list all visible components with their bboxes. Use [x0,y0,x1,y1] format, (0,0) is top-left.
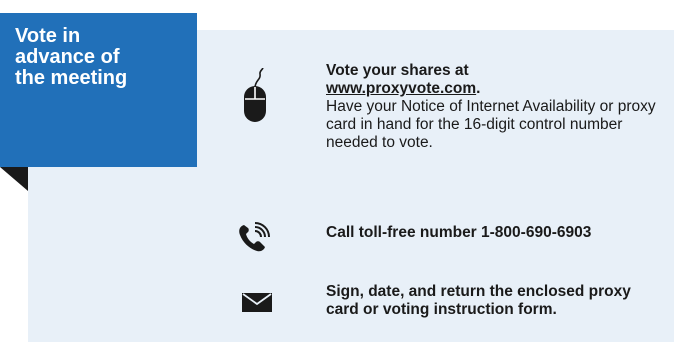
banner-fold-corner [0,167,28,191]
link-period: . [476,80,481,97]
mail-vote-text: Sign, date, and return the enclosed prox… [326,283,631,318]
internet-vote-body: Have your Notice of Internet Availabilit… [326,98,656,151]
proxyvote-link[interactable]: www.proxyvote.com [326,80,476,97]
banner-title: Vote in advance of the meeting [15,25,128,89]
voting-methods-section: Vote in advance of the meeting Vote your… [0,0,674,342]
internet-vote-heading: Vote your shares at [326,62,469,79]
section-banner: Vote in advance of the meeting [0,13,197,167]
telephone-icon [238,222,272,252]
computer-mouse-icon [243,68,267,124]
envelope-icon [242,293,272,312]
phone-vote-text: Call toll-free number 1-800-690-6903 [326,224,592,241]
internet-vote-text: Vote your shares at www.proxyvote.com. H… [326,62,666,152]
